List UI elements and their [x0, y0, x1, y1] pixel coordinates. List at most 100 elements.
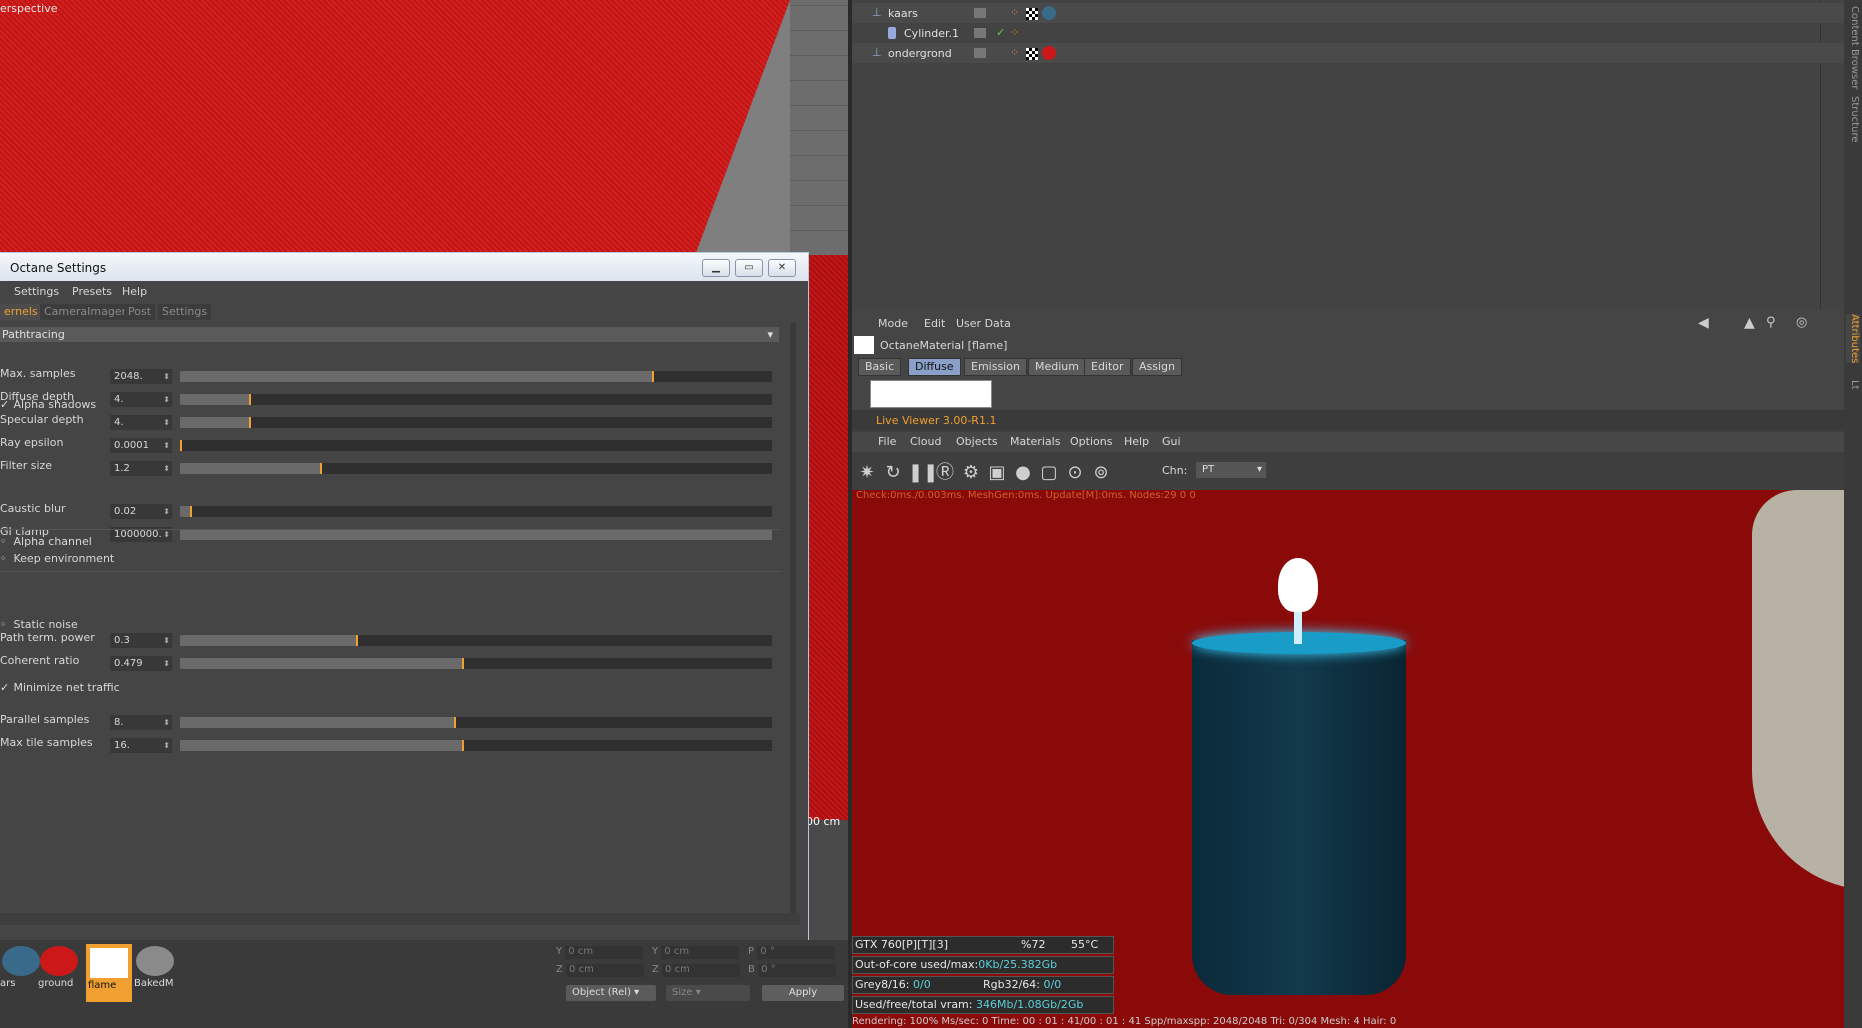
material-flame[interactable]: flame: [86, 944, 132, 1002]
slider-handle[interactable]: [462, 658, 464, 669]
menu-user-data[interactable]: User Data: [956, 317, 1011, 330]
minimize-button[interactable]: ▁: [702, 259, 730, 277]
settings-scrollbar[interactable]: [790, 323, 796, 923]
viewport-camera-label[interactable]: erspective: [0, 2, 57, 15]
spinner-icon[interactable]: ⬍: [163, 715, 170, 730]
param-value-input[interactable]: 0.3 ⬍: [110, 633, 172, 648]
param-slider[interactable]: [180, 394, 772, 405]
object-row-cylinder[interactable]: Cylinder.1 ✓ ⁘: [852, 23, 1844, 43]
param-value-input[interactable]: 16. ⬍: [110, 738, 172, 753]
maximize-button[interactable]: ▭: [735, 259, 763, 277]
coord-z-position[interactable]: Z 0 cm: [556, 964, 645, 977]
param-slider[interactable]: [180, 635, 772, 646]
up-arrow-icon[interactable]: ▲: [1744, 315, 1755, 331]
menu-options[interactable]: Options: [1070, 435, 1112, 448]
material-bakedm[interactable]: BakedM: [134, 944, 176, 998]
spinner-icon[interactable]: ⬍: [163, 438, 170, 453]
slider-handle[interactable]: [180, 440, 182, 451]
minimize-net-traffic-checkbox[interactable]: ✓ Minimize net traffic: [0, 681, 120, 697]
diffuse-color-swatch[interactable]: [870, 380, 992, 408]
menu-gui[interactable]: Gui: [1162, 435, 1181, 448]
tab-kernels[interactable]: ernels: [0, 304, 42, 320]
coord-b-rotation[interactable]: B 0 °: [748, 964, 837, 977]
menu-mode[interactable]: Mode: [878, 317, 908, 330]
param-value-input[interactable]: 4. ⬍: [110, 415, 172, 430]
menu-edit[interactable]: Edit: [924, 317, 945, 330]
slider-handle[interactable]: [652, 371, 654, 382]
material-ground[interactable]: ground: [38, 944, 80, 998]
menu-cloud[interactable]: Cloud: [910, 435, 941, 448]
object-row-kaars[interactable]: ⊥ kaars ⁘: [852, 3, 1844, 23]
material-kaars[interactable]: ars: [0, 944, 42, 998]
spinner-icon[interactable]: ⬍: [163, 504, 170, 519]
tab-assign[interactable]: Assign: [1132, 358, 1182, 376]
param-slider[interactable]: [180, 371, 772, 382]
kernel-select[interactable]: Pathtracing ▾: [0, 327, 779, 342]
coord-p-rotation[interactable]: P 0 °: [748, 946, 836, 959]
param-value-input[interactable]: 8. ⬍: [110, 715, 172, 730]
tab-emission[interactable]: Emission: [964, 358, 1027, 376]
slider-handle[interactable]: [462, 740, 464, 751]
target-icon[interactable]: ◎: [1796, 315, 1807, 330]
alpha-shadows-checkbox[interactable]: ✓ Alpha shadows: [0, 398, 96, 414]
material-ball-icon[interactable]: ●: [1012, 462, 1034, 484]
param-slider[interactable]: [180, 417, 772, 428]
editor-visibility-icon[interactable]: [974, 28, 986, 38]
param-value-input[interactable]: 0.479 ⬍: [110, 656, 172, 671]
tab-basic[interactable]: Basic: [858, 358, 902, 376]
tab-settings[interactable]: Settings: [158, 304, 212, 320]
tab-cameraimager[interactable]: CameraImager: [40, 304, 131, 320]
tab-layers[interactable]: Lt: [1846, 380, 1860, 390]
param-value-input[interactable]: 0.02 ⬍: [110, 504, 172, 519]
param-value-input[interactable]: 2048. ⬍: [110, 369, 172, 384]
search-icon[interactable]: ⚲: [1766, 315, 1776, 330]
menu-help[interactable]: Help: [1124, 435, 1149, 448]
param-slider[interactable]: [180, 717, 772, 728]
spinner-icon[interactable]: ⬍: [163, 415, 170, 430]
static-noise-checkbox[interactable]: ◦ Static noise: [0, 618, 78, 634]
slider-handle[interactable]: [454, 717, 456, 728]
coord-y-position[interactable]: Y 0 cm: [556, 946, 644, 959]
spinner-icon[interactable]: ⬍: [163, 738, 170, 753]
back-arrow-icon[interactable]: ◀: [1698, 315, 1709, 331]
lock-icon[interactable]: ▣: [986, 462, 1008, 484]
editor-visibility-icon[interactable]: [974, 8, 986, 18]
param-slider[interactable]: [180, 440, 772, 451]
tab-attributes[interactable]: Attributes: [1846, 314, 1860, 364]
pause-icon[interactable]: ❚❚: [908, 462, 938, 484]
param-slider[interactable]: [180, 658, 772, 669]
tab-medium[interactable]: Medium: [1028, 358, 1086, 376]
spinner-icon[interactable]: ⬍: [163, 461, 170, 476]
alpha-channel-checkbox[interactable]: ◦ Alpha channel: [0, 535, 92, 551]
slider-handle[interactable]: [249, 417, 251, 428]
param-slider[interactable]: [180, 529, 772, 540]
material-tag-icon[interactable]: [1042, 46, 1056, 60]
coord-z-scale[interactable]: Z 0 cm: [652, 964, 741, 977]
param-value-input[interactable]: 1.2 ⬍: [110, 461, 172, 476]
material-tag-icon[interactable]: [1026, 48, 1038, 60]
clay-mode-icon[interactable]: ▢: [1038, 462, 1060, 484]
pick-material-icon[interactable]: ⊚: [1090, 462, 1112, 484]
restart-icon[interactable]: ↻: [882, 462, 904, 484]
window-titlebar[interactable]: Octane Settings ▁ ▭ ✕: [0, 253, 808, 281]
octane-settings-window[interactable]: Octane Settings ▁ ▭ ✕ Settings Presets H…: [0, 252, 809, 942]
param-slider[interactable]: [180, 740, 772, 751]
send-scene-icon[interactable]: ✷: [856, 462, 878, 484]
close-button[interactable]: ✕: [768, 259, 796, 277]
spinner-icon[interactable]: ⬍: [163, 392, 170, 407]
menu-help[interactable]: Help: [122, 285, 147, 298]
spinner-icon[interactable]: ⬍: [163, 633, 170, 648]
channel-select[interactable]: PT ▾: [1196, 462, 1266, 478]
material-tag-icon[interactable]: [1026, 8, 1038, 20]
tab-content-browser[interactable]: Content Browser: [1846, 6, 1860, 89]
material-tag-icon[interactable]: [1042, 6, 1056, 20]
menu-presets[interactable]: Presets: [72, 285, 112, 298]
tab-diffuse[interactable]: Diffuse: [908, 358, 961, 376]
menu-file[interactable]: File: [878, 435, 896, 448]
editor-visibility-icon[interactable]: [974, 48, 986, 58]
spinner-icon[interactable]: ⬍: [163, 369, 170, 384]
tab-post[interactable]: Post: [124, 304, 156, 320]
settings-gear-icon[interactable]: ⚙: [960, 462, 982, 484]
pick-focus-icon[interactable]: ⊙: [1064, 462, 1086, 484]
param-slider[interactable]: [180, 463, 772, 474]
